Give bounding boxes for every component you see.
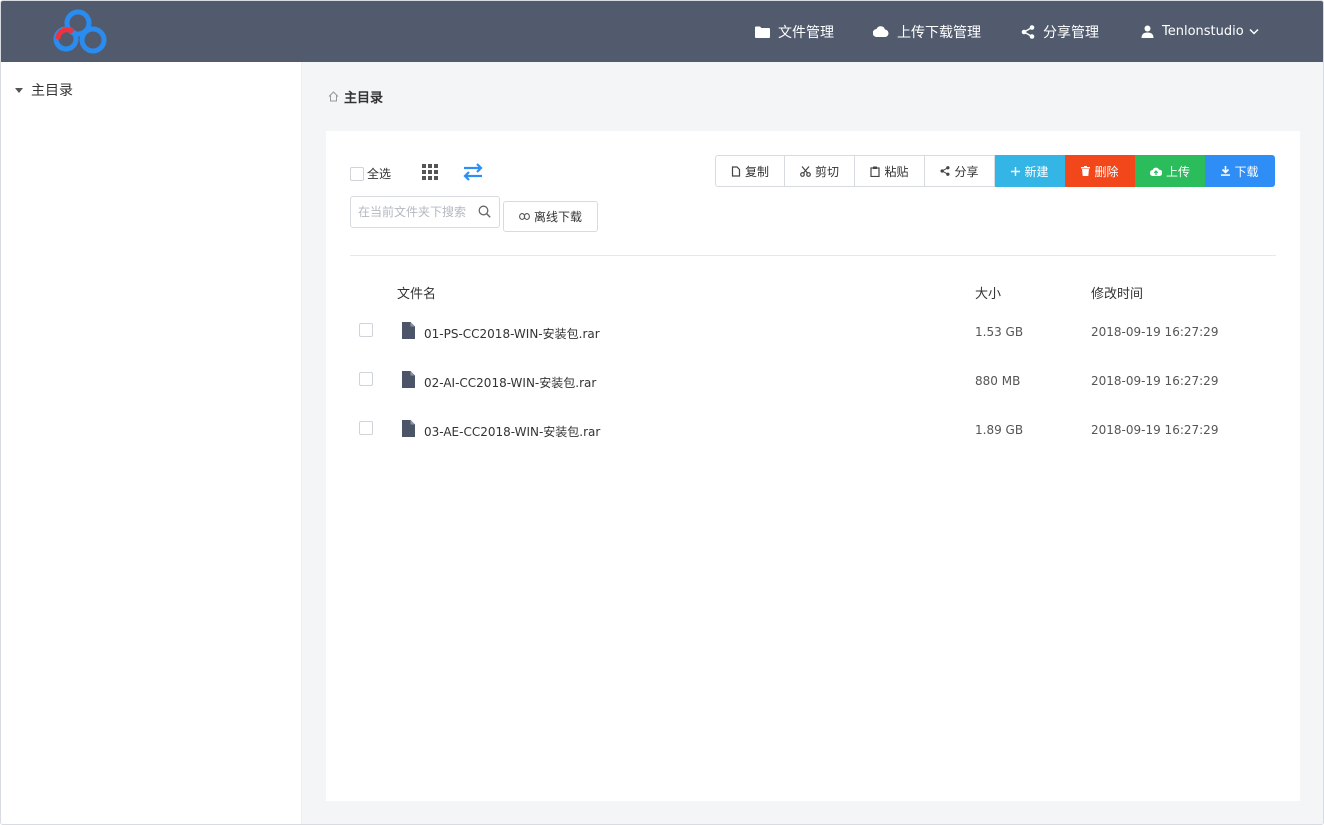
nav-share-management-label: 分享管理 <box>1043 24 1099 41</box>
table-row[interactable]: 01-PS-CC2018-WIN-安装包.rar 1.53 GB 2018-09… <box>350 319 1276 349</box>
copy-button[interactable]: 复制 <box>715 155 785 187</box>
file-name[interactable]: 02-AI-CC2018-WIN-安装包.rar <box>424 374 596 391</box>
download-label: 下载 <box>1234 164 1259 179</box>
row-checkbox[interactable] <box>359 323 373 337</box>
search-input[interactable] <box>351 197 473 227</box>
search-box <box>350 196 500 228</box>
share-label: 分享 <box>954 164 979 179</box>
row-checkbox[interactable] <box>359 372 373 386</box>
user-icon <box>1141 25 1154 38</box>
offline-download-label: 离线下载 <box>533 210 582 224</box>
scissors-icon <box>800 165 811 177</box>
share-icon <box>940 166 950 176</box>
main-content: 主目录 全选 复制 剪切 粘贴 分享 新建 删除 上传 下载 在当前文件夹下搜索… <box>302 62 1323 824</box>
copy-label: 复制 <box>744 164 769 179</box>
select-all[interactable]: 全选 <box>350 165 391 182</box>
table-row[interactable]: 03-AE-CC2018-WIN-安装包.rar 1.89 GB 2018-09… <box>350 417 1276 447</box>
sidebar: 主目录 <box>1 62 302 824</box>
file-panel: 全选 复制 剪切 粘贴 分享 新建 删除 上传 下载 在当前文件夹下搜索 离线下… <box>326 131 1300 801</box>
file-icon <box>402 420 415 437</box>
column-header-modified[interactable]: 修改时间 <box>1091 283 1143 302</box>
file-icon <box>402 322 415 339</box>
username: Tenlonstudio <box>1162 24 1244 39</box>
file-modified: 2018-09-19 16:27:29 <box>1091 325 1219 339</box>
paste-button[interactable]: 粘贴 <box>855 155 925 187</box>
download-button[interactable]: 下载 <box>1205 155 1275 187</box>
breadcrumb-current[interactable]: 主目录 <box>344 87 383 106</box>
divider <box>350 255 1276 256</box>
cloud-icon <box>873 26 889 37</box>
select-all-label: 全选 <box>367 167 392 181</box>
app-window: 文件管理 上传下载管理 分享管理 Tenlonstudio 主目录 主目录 全选… <box>0 0 1324 825</box>
offline-download-button[interactable]: 离线下载 <box>503 201 598 232</box>
file-size: 1.89 GB <box>975 423 1024 437</box>
delete-label: 删除 <box>1094 164 1119 179</box>
cut-button[interactable]: 剪切 <box>785 155 855 187</box>
upload-label: 上传 <box>1165 164 1190 179</box>
file-name[interactable]: 01-PS-CC2018-WIN-安装包.rar <box>424 325 600 342</box>
top-navbar: 文件管理 上传下载管理 分享管理 Tenlonstudio <box>1 1 1323 62</box>
user-menu[interactable]: Tenlonstudio <box>1141 1 1259 62</box>
table-row[interactable]: 02-AI-CC2018-WIN-安装包.rar 880 MB 2018-09-… <box>350 368 1276 398</box>
delete-button[interactable]: 删除 <box>1065 155 1135 187</box>
share-icon <box>1021 24 1035 39</box>
file-size: 880 MB <box>975 374 1021 388</box>
paste-icon <box>870 166 881 177</box>
upload-button[interactable]: 上传 <box>1135 155 1205 187</box>
file-name[interactable]: 03-AE-CC2018-WIN-安装包.rar <box>424 423 600 440</box>
table-header: 文件名 大小 修改时间 <box>350 283 1276 302</box>
cut-label: 剪切 <box>814 164 839 179</box>
column-header-size[interactable]: 大小 <box>975 283 1001 302</box>
copy-icon <box>731 165 741 177</box>
nav-file-management-label: 文件管理 <box>778 24 834 41</box>
file-modified: 2018-09-19 16:27:29 <box>1091 374 1219 388</box>
folder-icon <box>755 26 770 38</box>
file-modified: 2018-09-19 16:27:29 <box>1091 423 1219 437</box>
plus-icon <box>1011 166 1021 176</box>
trash-icon <box>1081 166 1091 176</box>
nav-transfer-management-label: 上传下载管理 <box>897 24 981 41</box>
new-label: 新建 <box>1024 164 1049 179</box>
tree-item-root[interactable]: 主目录 <box>15 80 73 100</box>
nav-share-management[interactable]: 分享管理 <box>1021 1 1099 62</box>
search-icon[interactable] <box>478 205 491 218</box>
action-toolbar: 复制 剪切 粘贴 分享 新建 删除 上传 下载 <box>715 155 1275 187</box>
column-header-name[interactable]: 文件名 <box>397 283 436 302</box>
new-button[interactable]: 新建 <box>995 155 1065 187</box>
grid-view-icon[interactable] <box>422 164 438 180</box>
home-icon[interactable] <box>328 91 339 102</box>
select-all-checkbox[interactable] <box>350 166 364 181</box>
share-button[interactable]: 分享 <box>925 155 995 187</box>
paste-label: 粘贴 <box>884 164 909 179</box>
file-icon <box>402 371 415 388</box>
row-checkbox[interactable] <box>359 421 373 435</box>
cloud-upload-icon <box>1149 167 1162 176</box>
caret-down-icon[interactable] <box>15 87 23 93</box>
logo-icon[interactable] <box>53 9 111 55</box>
chevron-down-icon <box>1249 28 1259 35</box>
download-icon <box>1221 166 1231 176</box>
link-icon <box>519 213 530 220</box>
file-size: 1.53 GB <box>975 325 1024 339</box>
swap-icon[interactable] <box>462 163 484 181</box>
tree-item-root-label: 主目录 <box>31 83 73 99</box>
nav-file-management[interactable]: 文件管理 <box>755 1 834 62</box>
breadcrumb: 主目录 <box>328 87 383 106</box>
nav-transfer-management[interactable]: 上传下载管理 <box>873 1 981 62</box>
